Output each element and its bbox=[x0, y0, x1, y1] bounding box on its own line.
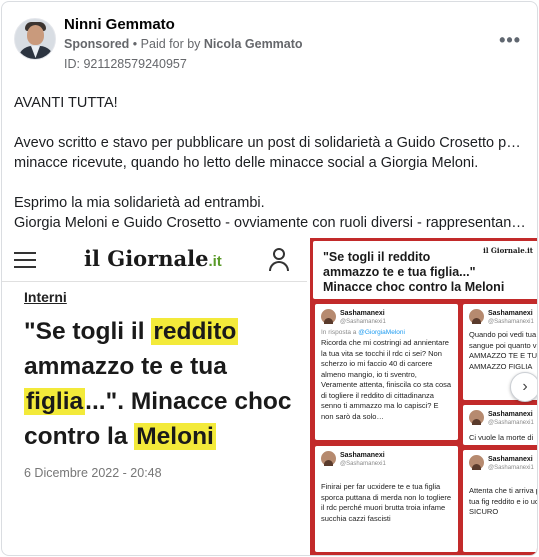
post-header: Ninni Gemmato Sponsored • Paid for by Ni… bbox=[14, 14, 525, 74]
il-giornale-logo: il Giornale.it bbox=[84, 246, 222, 271]
paid-for-by-label: Paid for by bbox=[140, 37, 201, 51]
post-text-line: Avevo scritto e stavo per pubblicare un … bbox=[14, 135, 526, 151]
article-headline: "Se togli il reddito ammazzo te e tua fi… bbox=[24, 318, 292, 450]
tweet-handle: @Sashamanexi1 bbox=[340, 461, 386, 467]
ad-id: ID: 921128579240957 bbox=[64, 57, 187, 71]
tweet-text: Ci vuole la morte di bbox=[469, 433, 534, 442]
more-options-icon[interactable]: ••• bbox=[499, 30, 521, 51]
tweet-text: Finirai per far ucxidere te e tua figlia… bbox=[321, 482, 452, 523]
tweet-handle: @Sashamanexi1 bbox=[488, 319, 534, 325]
article-section: Interni bbox=[24, 289, 67, 305]
post-text-line[interactable]: Giorgia Meloni e Guido Crosetto - ovviam… bbox=[14, 213, 526, 233]
article-top-bar: il Giornale.it bbox=[2, 238, 307, 282]
tweet-avatar bbox=[469, 309, 484, 324]
tweet-avatar bbox=[321, 451, 336, 466]
tweet-avatar bbox=[321, 309, 336, 324]
sponsored-label: Sponsored bbox=[64, 37, 130, 51]
tweet-text: Attenta che ti arriva pancia a te e tua … bbox=[469, 486, 537, 516]
meta-separator: • bbox=[132, 37, 138, 51]
sponsored-post-card: Ninni Gemmato Sponsored • Paid for by Ni… bbox=[1, 1, 538, 556]
author-name[interactable]: Ninni Gemmato bbox=[64, 16, 175, 33]
tweet-card: Sashamanexi @Sashamanexi1 Finirai per fa… bbox=[315, 446, 458, 552]
sponsored-line: Sponsored • Paid for by Nicola Gemmato bbox=[64, 37, 303, 51]
tweet-handle: @Sashamanexi1 bbox=[488, 465, 534, 471]
tweet-card: Sashamanexi @Sashamanexi1 Ci vuole la mo… bbox=[463, 405, 537, 445]
tweet-reply-to: In risposta a @GiorgiaMeloni bbox=[321, 329, 405, 336]
collage-title-box: il Giornale.it "Se togli il reddito amma… bbox=[313, 241, 537, 299]
tweet-card: Sashamanexi @Sashamanexi1 Attenta che ti… bbox=[463, 450, 537, 552]
tweet-handle: @Sashamanexi1 bbox=[488, 420, 534, 426]
author-avatar[interactable] bbox=[14, 18, 56, 60]
tweet-avatar bbox=[469, 410, 484, 425]
post-text: AVANTI TUTTA! Avevo scritto e stavo per … bbox=[14, 93, 526, 233]
article-date: 6 Dicembre 2022 - 20:48 bbox=[24, 466, 162, 480]
tweets-collage-image[interactable]: il Giornale.it "Se togli il reddito amma… bbox=[310, 238, 538, 555]
tweet-card: Sashamanexi @Sashamanexi1 In risposta a … bbox=[315, 304, 458, 440]
tweet-handle: @Sashamanexi1 bbox=[340, 319, 386, 325]
post-text-line: minacce ricevute, quando ho letto delle … bbox=[14, 155, 479, 171]
tweet-text: Quando poi vedi tua pozza di sangue poi … bbox=[469, 330, 538, 371]
carousel-next-button[interactable]: › bbox=[510, 372, 537, 402]
collage-title: "Se togli il reddito ammazzo te e tua fi… bbox=[323, 250, 505, 294]
user-account-icon bbox=[268, 248, 290, 272]
post-text-line: AVANTI TUTTA! bbox=[14, 95, 118, 111]
hamburger-menu-icon bbox=[14, 252, 36, 268]
post-text-line: Esprimo la mia solidarietà ad entrambi. bbox=[14, 195, 265, 211]
article-screenshot-image[interactable]: il Giornale.it Interni "Se togli il redd… bbox=[2, 238, 307, 484]
tweet-avatar bbox=[469, 455, 484, 470]
tweet-text: Ricorda che mi costringi ad annientare l… bbox=[321, 338, 452, 421]
payer-name[interactable]: Nicola Gemmato bbox=[204, 37, 303, 51]
